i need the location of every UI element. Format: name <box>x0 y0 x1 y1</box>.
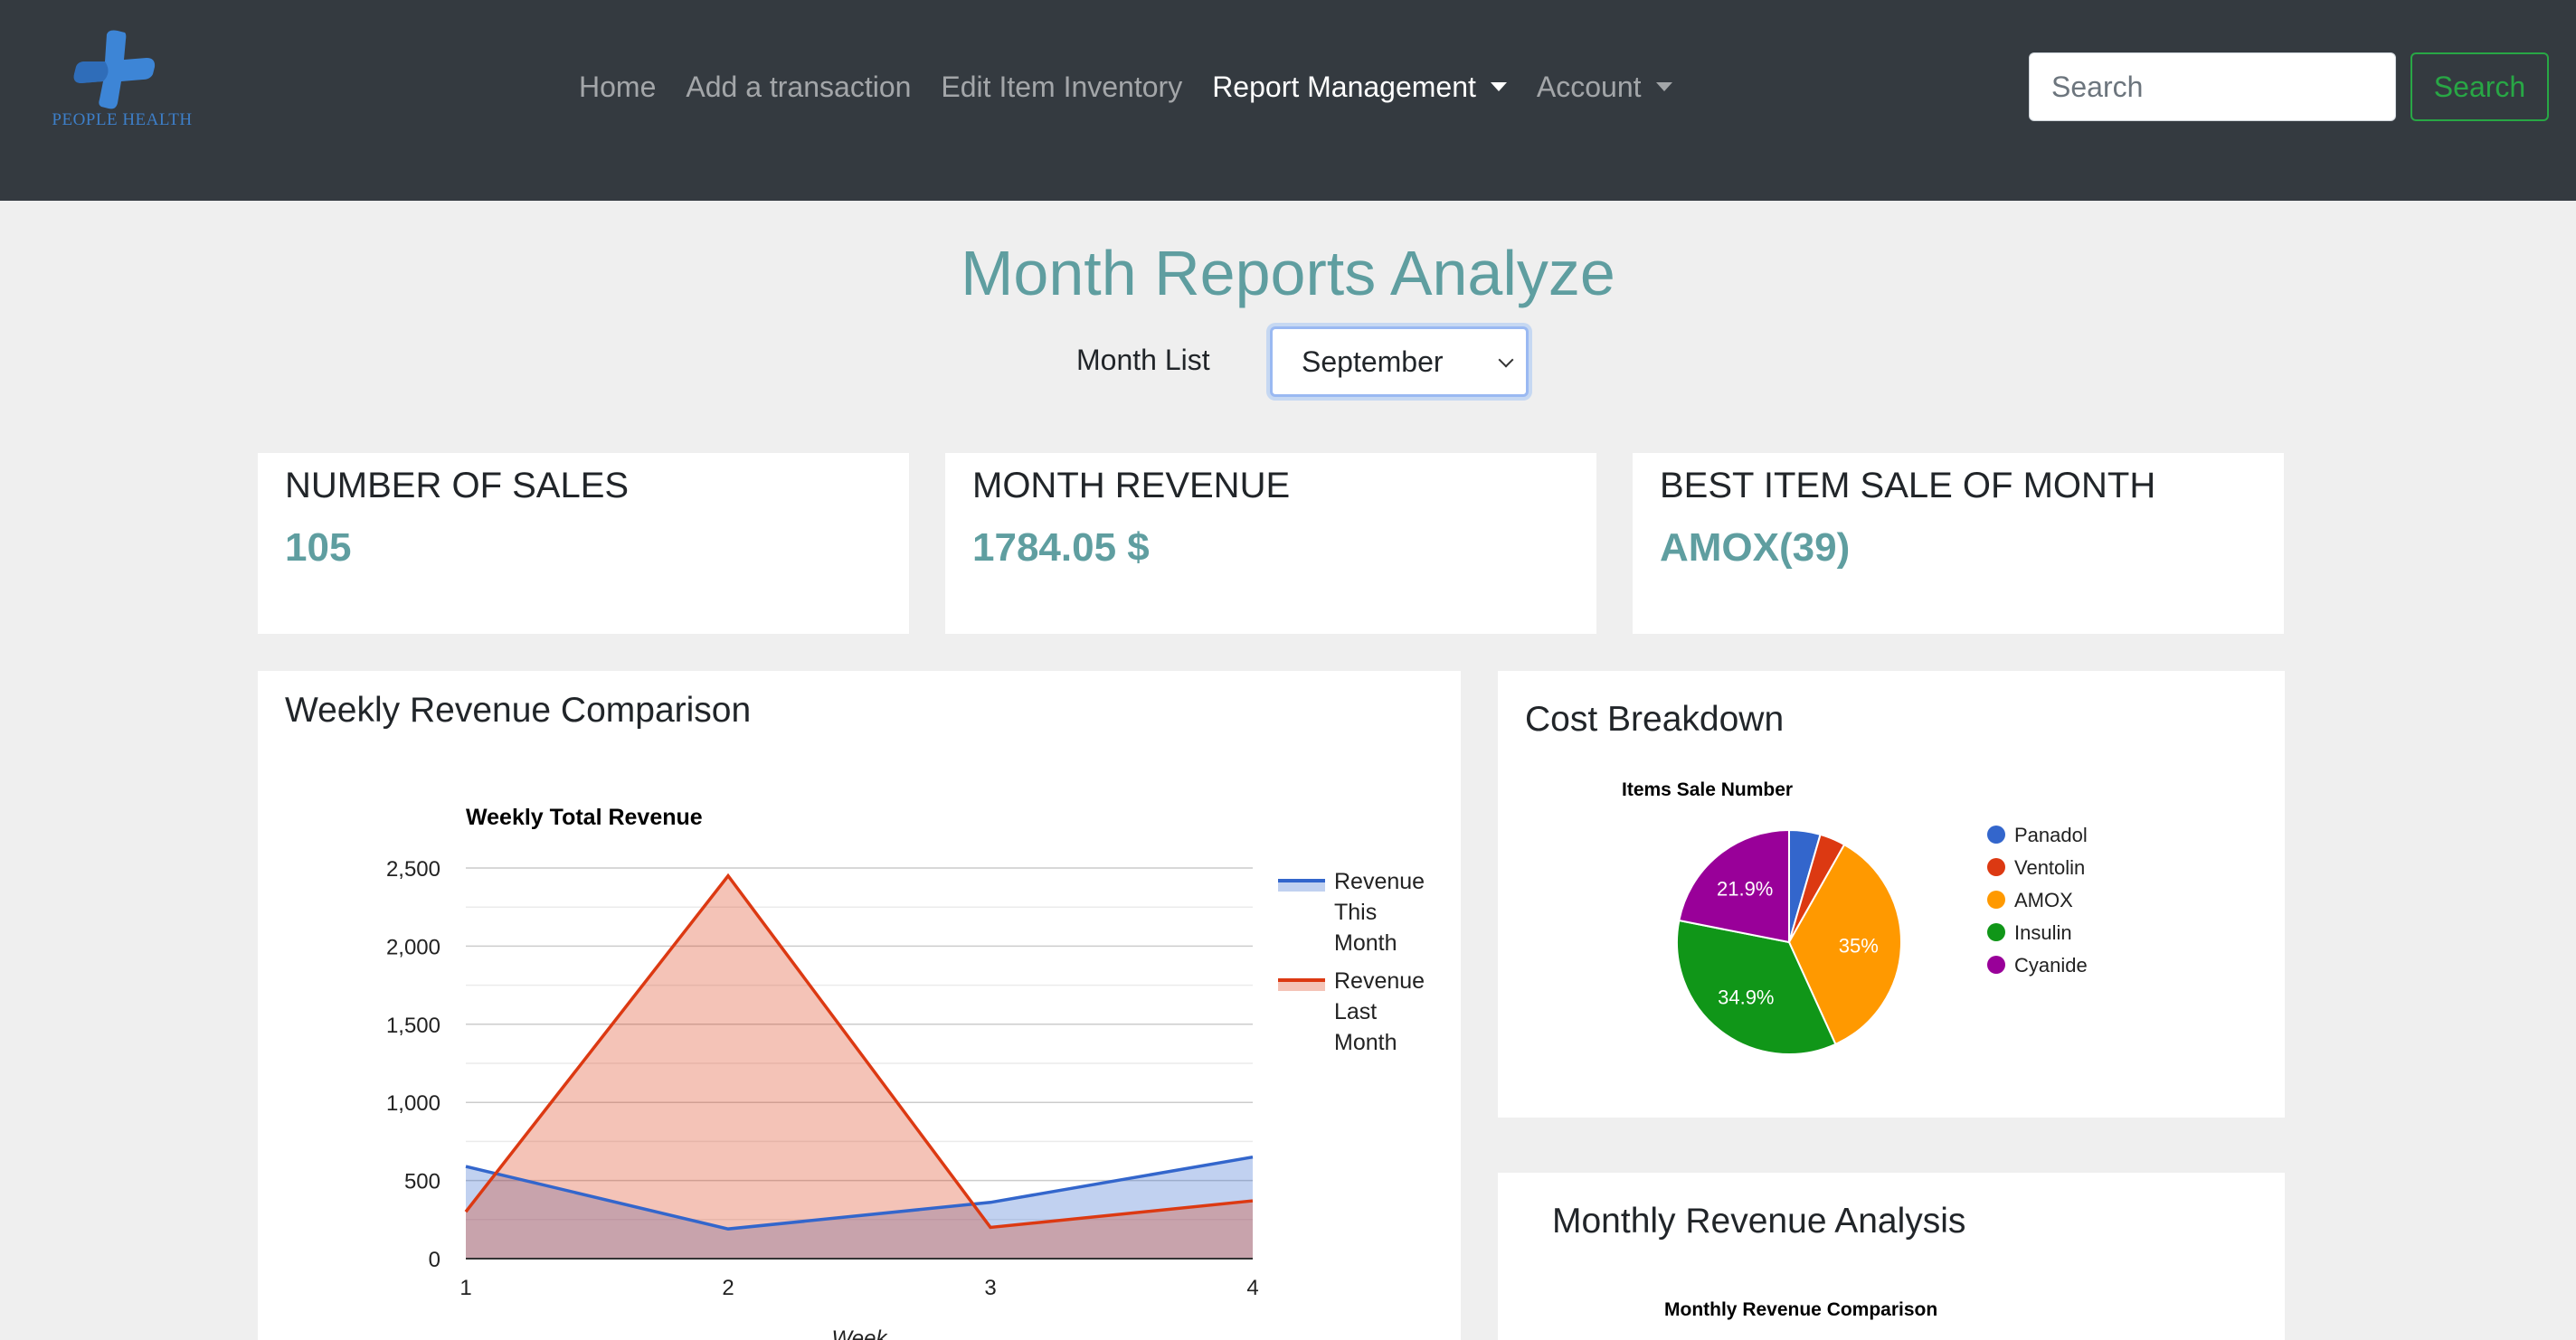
top-navbar: PEOPLE HEALTH Home Add a transaction Edit … <box>0 0 2576 201</box>
month-select[interactable]: September <box>1270 326 1529 397</box>
month-select-value: September <box>1302 344 1444 378</box>
legend-label: AMOX <box>2014 889 2073 911</box>
y-tick-label: 500 <box>404 1170 440 1194</box>
stat-value: 105 <box>285 525 352 570</box>
legend-label: Revenue <box>1334 968 1425 994</box>
nav-link-edit-item-inventory[interactable]: Edit Item Inventory <box>941 71 1182 104</box>
stat-title: NUMBER OF SALES <box>285 466 630 505</box>
search-input[interactable] <box>2029 52 2396 121</box>
stat-card-best-item: BEST ITEM SALE OF MONTH AMOX(39) <box>1633 453 2284 634</box>
legend-swatch <box>1987 891 2005 909</box>
pie-slice-label: 34.9% <box>1718 986 1774 1008</box>
nav-link-add-a-transaction[interactable]: Add a transaction <box>686 71 911 104</box>
weekly-revenue-card: Weekly Revenue Comparison Weekly Total R… <box>258 671 1461 1340</box>
pie-slice-label: 35% <box>1839 934 1879 957</box>
caret-down-icon <box>1490 81 1507 91</box>
stat-value: AMOX(39) <box>1660 525 1851 570</box>
nav-link-label: Edit Item Inventory <box>941 70 1183 103</box>
nav-link-label: Report Management <box>1212 70 1476 103</box>
y-tick-label: 2,000 <box>386 935 440 959</box>
stat-card-revenue: MONTH REVENUE 1784.05 $ <box>945 453 1596 634</box>
legend-label: Revenue <box>1334 869 1425 894</box>
month-list-label: Month List <box>1076 344 1210 376</box>
items-sale-pie-chart: 35% 34.9% 21.9% Panadol Ventolin AMOX Insulin C… <box>1676 824 2088 1055</box>
legend-swatch <box>1987 923 2005 941</box>
y-tick-label: 1,000 <box>386 1091 440 1116</box>
x-tick-label: 4 <box>1246 1276 1258 1300</box>
search-button[interactable]: Search <box>2410 52 2549 121</box>
legend-label: Insulin <box>2014 921 2072 944</box>
caret-down-icon <box>1655 81 1672 91</box>
brand-name: PEOPLE HEALTH <box>52 110 193 129</box>
stat-title: BEST ITEM SALE OF MONTH <box>1660 466 2156 505</box>
x-tick-label: 2 <box>722 1276 734 1300</box>
nav-link-label: Home <box>579 70 657 103</box>
legend-label: Ventolin <box>2014 856 2085 879</box>
monthly-revenue-card: Monthly Revenue Analysis Monthly Revenue… <box>1498 1173 2285 1340</box>
nav-link-account[interactable]: Account <box>1537 71 1672 104</box>
y-tick-label: 0 <box>429 1248 440 1272</box>
brand-logo[interactable]: PEOPLE HEALTH <box>45 27 199 136</box>
chart-title: Monthly Revenue Comparison <box>1664 1299 1938 1320</box>
legend-label: Month <box>1334 930 1397 956</box>
main-nav: Home Add a transaction Edit Item Inventory… <box>579 63 1702 110</box>
nav-link-report-management[interactable]: Report Management <box>1212 71 1507 104</box>
stat-value: 1784.05 $ <box>972 525 1150 570</box>
weekly-revenue-chart: 0 500 1,000 1,500 2,000 2,500 1 2 3 4 Week Revenue T… <box>386 857 1425 1340</box>
x-tick-label: 3 <box>984 1276 996 1300</box>
nav-link-home[interactable]: Home <box>579 71 656 104</box>
page-title: Month Reports Analyze <box>961 238 1615 308</box>
legend-swatch <box>1987 956 2005 974</box>
legend-label: Last <box>1334 999 1377 1024</box>
x-tick-label: 1 <box>459 1276 471 1300</box>
legend-label: Month <box>1334 1030 1397 1055</box>
card-heading: Monthly Revenue Analysis <box>1552 1202 1966 1241</box>
medical-cross-icon <box>73 30 156 109</box>
stat-card-sales: NUMBER OF SALES 105 <box>258 453 909 634</box>
x-axis-title: Week <box>832 1326 889 1340</box>
legend-swatch <box>1987 826 2005 844</box>
pie-slice-label: 21.9% <box>1717 878 1773 901</box>
nav-link-label: Account <box>1536 70 1642 103</box>
y-tick-label: 2,500 <box>386 857 440 882</box>
legend-label: Panadol <box>2014 824 2088 846</box>
y-tick-label: 1,500 <box>386 1014 440 1038</box>
legend-label: Cyanide <box>2014 954 2088 977</box>
nav-link-label: Add a transaction <box>686 70 912 103</box>
legend-label: This <box>1334 900 1377 925</box>
cost-breakdown-card: Cost Breakdown Items Sale Number 35% 34.9… <box>1498 671 2285 1118</box>
legend-swatch <box>1987 858 2005 876</box>
chevron-down-icon <box>1498 352 1514 368</box>
stat-title: MONTH REVENUE <box>972 466 1291 505</box>
